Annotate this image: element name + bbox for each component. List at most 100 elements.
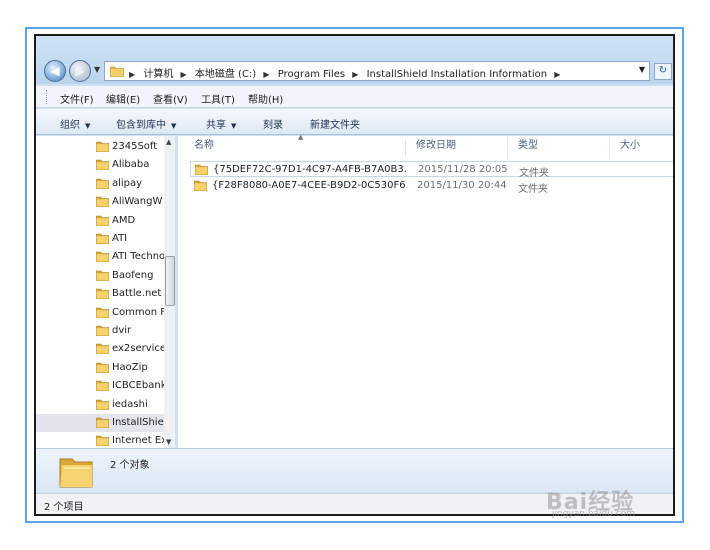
file-type: 文件夹 (518, 184, 548, 195)
breadcrumb-local-disk[interactable]: 本地磁盘 (C:) (195, 69, 256, 80)
tree-item-label: HaoZip (112, 361, 148, 373)
folder-icon (95, 325, 110, 339)
tree-item[interactable]: AMD (36, 212, 164, 230)
tree-item[interactable]: Battle.net (36, 285, 164, 303)
chevron-right-icon[interactable]: ▶ (181, 70, 187, 79)
arrow-right-icon: ▶ (75, 64, 85, 78)
tree-item[interactable]: AliWangW (36, 193, 164, 211)
tree-item[interactable]: Common F (36, 304, 164, 322)
folder-icon (95, 307, 110, 321)
menu-view[interactable]: 查看(V) (153, 91, 188, 106)
tree-item-label: ICBCEbank (112, 380, 164, 392)
folder-icon (95, 417, 110, 431)
folder-icon (109, 66, 125, 80)
tree-item[interactable]: alipay (36, 175, 164, 193)
file-date-modified: 2015/11/30 20:44 (417, 180, 507, 191)
folder-icon (95, 159, 110, 173)
menu-help[interactable]: 帮助(H) (248, 91, 283, 106)
dropdown-arrow-icon: ▼ (231, 122, 237, 130)
scroll-down-icon[interactable]: ▼ (166, 438, 171, 446)
column-header-name[interactable]: 名称 (186, 139, 406, 157)
refresh-button[interactable]: ↻ (654, 63, 672, 80)
folder-icon (194, 164, 209, 178)
scrollbar-thumb[interactable] (165, 256, 175, 306)
file-row[interactable]: {75DEF72C-97D1-4C97-A4FB-B7A0B3... 2015/1… (190, 161, 673, 179)
folder-icon (95, 270, 110, 284)
refresh-icon: ↻ (658, 65, 668, 76)
folder-large-icon (58, 455, 94, 492)
file-date-modified: 2015/11/28 20:05 (418, 164, 508, 175)
file-type: 文件夹 (519, 168, 549, 179)
tree-item-label: ex2service (112, 343, 164, 355)
tree-item[interactable]: ex2service (36, 340, 164, 358)
column-header-size[interactable]: 大小 (612, 139, 673, 157)
folder-icon (95, 435, 110, 448)
tree-item[interactable]: ATI (36, 230, 164, 248)
dropdown-arrow-icon: ▼ (85, 122, 91, 130)
tree-item[interactable]: InstallShie (36, 414, 164, 432)
breadcrumb-program-files[interactable]: Program Files (278, 69, 345, 80)
file-name: {75DEF72C-97D1-4C97-A4FB-B7A0B3... (213, 164, 408, 175)
tree-item-label: alipay (112, 177, 143, 189)
watermark-url: jingyan.baidu.com (552, 509, 636, 519)
tree-item[interactable]: HaoZip (36, 359, 164, 377)
menu-tools[interactable]: 工具(T) (201, 91, 235, 106)
folder-icon (95, 215, 110, 229)
include-in-library-button[interactable]: 包含到库中 ▼ (116, 116, 176, 131)
tree-item-label: Internet Ex (112, 435, 164, 447)
arrow-left-icon: ◀ (50, 64, 60, 78)
folder-icon (95, 178, 110, 192)
tree-item[interactable]: ATI Techno (36, 248, 164, 266)
tree-item-label: ATI (112, 233, 128, 244)
menu-file[interactable]: 文件(F) (60, 91, 94, 106)
folder-icon (95, 380, 110, 394)
dropdown-arrow-icon: ▼ (171, 122, 177, 130)
new-folder-button[interactable]: 新建文件夹 (310, 116, 360, 131)
tree-item[interactable]: iedashi (36, 396, 164, 414)
tree-item[interactable]: 2345Soft (36, 138, 164, 156)
menu-bar: 文件(F) 编辑(E) 查看(V) 工具(T) 帮助(H) (36, 86, 673, 108)
vertical-scrollbar[interactable]: ▲ ▼ (164, 136, 175, 448)
tree-item[interactable]: ICBCEbank (36, 377, 164, 395)
burn-button[interactable]: 刻录 (263, 116, 283, 131)
tree-item[interactable]: dvir (36, 322, 164, 340)
recent-pages-dropdown-icon[interactable]: ▼ (94, 65, 100, 74)
column-header-date-modified[interactable]: 修改日期 (408, 139, 508, 157)
folder-icon (95, 233, 110, 247)
menu-edit[interactable]: 编辑(E) (106, 91, 140, 106)
forward-button[interactable]: ▶ (69, 60, 91, 82)
chevron-right-icon[interactable]: ▶ (263, 70, 269, 79)
tree-item-label: AliWangW (112, 196, 163, 208)
chevron-right-icon[interactable]: ▶ (554, 70, 560, 79)
folder-icon (95, 362, 110, 376)
address-bar[interactable]: ▶ 计算机 ▶ 本地磁盘 (C:) ▶ Program Files ▶ Inst… (104, 61, 650, 81)
share-label: 共享 (206, 120, 226, 131)
breadcrumb-installshield[interactable]: InstallShield Installation Information (367, 69, 547, 80)
tree-item[interactable]: Baofeng (36, 267, 164, 285)
back-button[interactable]: ◀ (44, 60, 66, 82)
explorer-window: ◀ ▶ ▼ ▶ 计算机 ▶ 本地磁盘 (C:) ▶ Program Files … (34, 34, 675, 516)
breadcrumb-computer[interactable]: 计算机 (143, 69, 173, 80)
tree-item[interactable]: Alibaba (36, 156, 164, 174)
file-list: ▲ 名称 修改日期 类型 大小 {75DEF72C-97D1-4C97-A4FB… (178, 133, 673, 448)
column-header-type[interactable]: 类型 (510, 139, 610, 157)
navigation-pane: 2345Soft Alibaba alipay AliWangW AMD ATI ATI T… (36, 136, 176, 448)
tree-item-label: AMD (112, 214, 136, 226)
chevron-right-icon[interactable]: ▶ (129, 70, 135, 79)
details-item-count: 2 个对象 (110, 460, 150, 471)
address-dropdown-icon[interactable]: ▼ (639, 65, 645, 74)
scroll-up-icon[interactable]: ▲ (166, 138, 171, 146)
folder-icon (95, 196, 110, 210)
chevron-right-icon[interactable]: ▶ (352, 70, 358, 79)
tree-item[interactable]: Internet Ex (36, 432, 164, 448)
tree-item-label: Common F (112, 306, 164, 318)
share-button[interactable]: 共享 ▼ (206, 116, 236, 131)
folder-icon (95, 343, 110, 357)
command-bar: 组织 ▼ 包含到库中 ▼ 共享 ▼ 刻录 新建文件夹 (36, 109, 673, 135)
organize-button[interactable]: 组织 ▼ (60, 116, 90, 131)
folder-icon (95, 141, 110, 155)
tree-item-label: InstallShie (112, 417, 164, 428)
breadcrumb: ▶ 计算机 ▶ 本地磁盘 (C:) ▶ Program Files ▶ Inst… (129, 65, 565, 80)
file-row[interactable]: {F28F8080-A0E7-4CEE-B9D2-0C530F6... 2015/… (190, 178, 673, 195)
tree-item-label: iedashi (112, 398, 148, 410)
